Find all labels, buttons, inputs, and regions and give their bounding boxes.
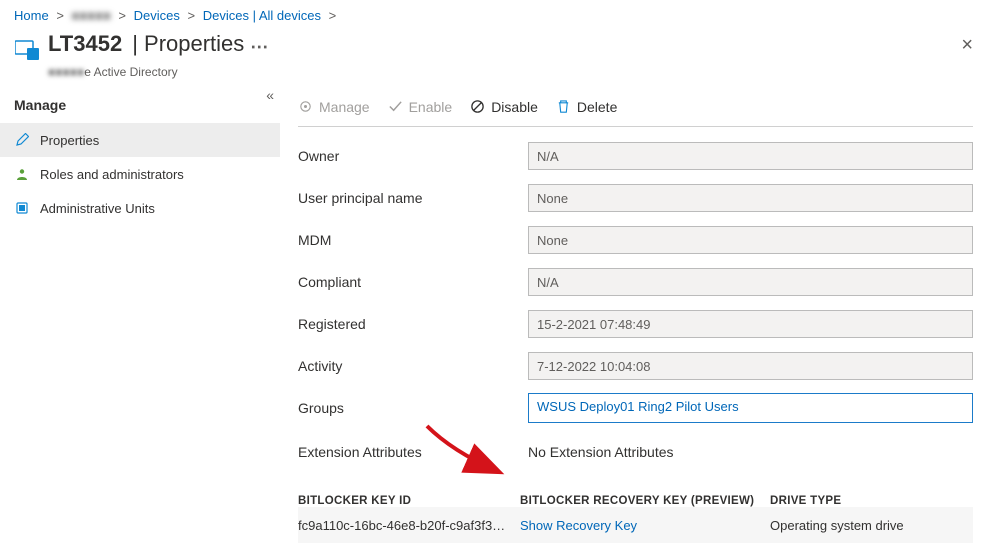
- subtitle-redacted: ■■■■■: [48, 65, 84, 79]
- sidebar-item-roles[interactable]: Roles and administrators: [0, 157, 280, 191]
- field-label: MDM: [298, 232, 528, 248]
- toolbar-label: Disable: [491, 99, 538, 115]
- sidebar-item-admin-units[interactable]: Administrative Units: [0, 191, 280, 225]
- toolbar-label: Manage: [319, 99, 370, 115]
- field-extension-attributes: Extension Attributes No Extension Attrib…: [298, 433, 973, 471]
- groups-link[interactable]: WSUS Deploy01 Ring2 Pilot Users: [528, 393, 973, 423]
- close-button[interactable]: ×: [961, 35, 973, 55]
- sidebar-item-properties[interactable]: Properties: [0, 123, 280, 157]
- registered-input: [528, 310, 973, 338]
- compliant-input: [528, 268, 973, 296]
- field-registered: Registered: [298, 305, 973, 343]
- sidebar-section-manage: Manage: [0, 91, 280, 123]
- field-label: Owner: [298, 148, 528, 164]
- sidebar-item-label: Roles and administrators: [40, 167, 184, 182]
- col-header-key-id: BITLOCKER KEY ID: [298, 495, 520, 507]
- col-header-drive-type: DRIVE TYPE: [770, 495, 973, 507]
- breadcrumb: Home > ■■■■■ > Devices > Devices | All d…: [0, 0, 991, 27]
- chevron-right-icon: >: [118, 8, 126, 23]
- breadcrumb-home[interactable]: Home: [14, 8, 49, 23]
- breadcrumb-tenant[interactable]: ■■■■■: [72, 8, 111, 23]
- chevron-right-icon: >: [56, 8, 64, 23]
- main-content: Manage Enable Disable Delete: [280, 87, 991, 552]
- subtitle-suffix: e Active Directory: [84, 65, 177, 79]
- col-header-recovery-key: BITLOCKER RECOVERY KEY (Preview): [520, 495, 770, 507]
- field-mdm: MDM: [298, 221, 973, 259]
- ext-value: No Extension Attributes: [528, 444, 973, 460]
- page-title: LT3452 | Properties: [48, 31, 244, 57]
- upn-input: [528, 184, 973, 212]
- sidebar-item-label: Administrative Units: [40, 201, 155, 216]
- bitlocker-row[interactable]: b8085fd4-adc6-4400-902d-f752c25f54... Sh…: [298, 543, 973, 552]
- breadcrumb-devices[interactable]: Devices: [134, 8, 180, 23]
- device-icon: [14, 37, 42, 65]
- title-device: LT3452: [48, 31, 122, 57]
- manage-button: Manage: [298, 99, 370, 115]
- activity-input: [528, 352, 973, 380]
- toolbar-label: Delete: [577, 99, 617, 115]
- field-groups: Groups WSUS Deploy01 Ring2 Pilot Users: [298, 389, 973, 427]
- more-actions-button[interactable]: ⋯: [250, 37, 268, 58]
- field-owner: Owner: [298, 137, 973, 175]
- field-label: User principal name: [298, 190, 528, 206]
- checkmark-icon: [388, 99, 403, 114]
- cell-key-id: fc9a110c-16bc-46e8-b20f-c9af3f3a9ccd: [298, 518, 520, 533]
- field-compliant: Compliant: [298, 263, 973, 301]
- cell-drive-type: Operating system drive: [770, 518, 973, 533]
- page-subtitle: ■■■■■e Active Directory: [0, 65, 991, 87]
- field-label: Groups: [298, 400, 528, 416]
- disable-icon: [470, 99, 485, 114]
- chevron-right-icon: >: [188, 8, 196, 23]
- chevron-right-icon: >: [329, 8, 337, 23]
- sidebar-item-label: Properties: [40, 133, 99, 148]
- owner-input: [528, 142, 973, 170]
- field-label: Registered: [298, 316, 528, 332]
- page-header: LT3452 | Properties ⋯ ×: [0, 27, 991, 65]
- admin-units-icon: [14, 200, 30, 216]
- mdm-input: [528, 226, 973, 254]
- delete-button[interactable]: Delete: [556, 99, 617, 115]
- collapse-sidebar-button[interactable]: «: [266, 87, 274, 103]
- enable-button: Enable: [388, 99, 453, 115]
- gear-icon: [298, 99, 313, 114]
- sidebar: « Manage Properties Roles and administra…: [0, 87, 280, 552]
- disable-button[interactable]: Disable: [470, 99, 538, 115]
- breadcrumb-all-devices[interactable]: Devices | All devices: [203, 8, 321, 23]
- field-upn: User principal name: [298, 179, 973, 217]
- title-sep: |: [132, 31, 144, 56]
- field-label: Activity: [298, 358, 528, 374]
- properties-icon: [14, 132, 30, 148]
- toolbar-label: Enable: [409, 99, 453, 115]
- title-page: Properties: [144, 31, 244, 56]
- field-activity: Activity: [298, 347, 973, 385]
- field-label: Compliant: [298, 274, 528, 290]
- bitlocker-row[interactable]: fc9a110c-16bc-46e8-b20f-c9af3f3a9ccd Sho…: [298, 507, 973, 543]
- field-label: Extension Attributes: [298, 444, 528, 460]
- show-recovery-key-link[interactable]: Show Recovery Key: [520, 518, 770, 533]
- bitlocker-table-header: BITLOCKER KEY ID BITLOCKER RECOVERY KEY …: [298, 495, 973, 507]
- toolbar: Manage Enable Disable Delete: [298, 87, 973, 127]
- trash-icon: [556, 99, 571, 114]
- roles-icon: [14, 166, 30, 182]
